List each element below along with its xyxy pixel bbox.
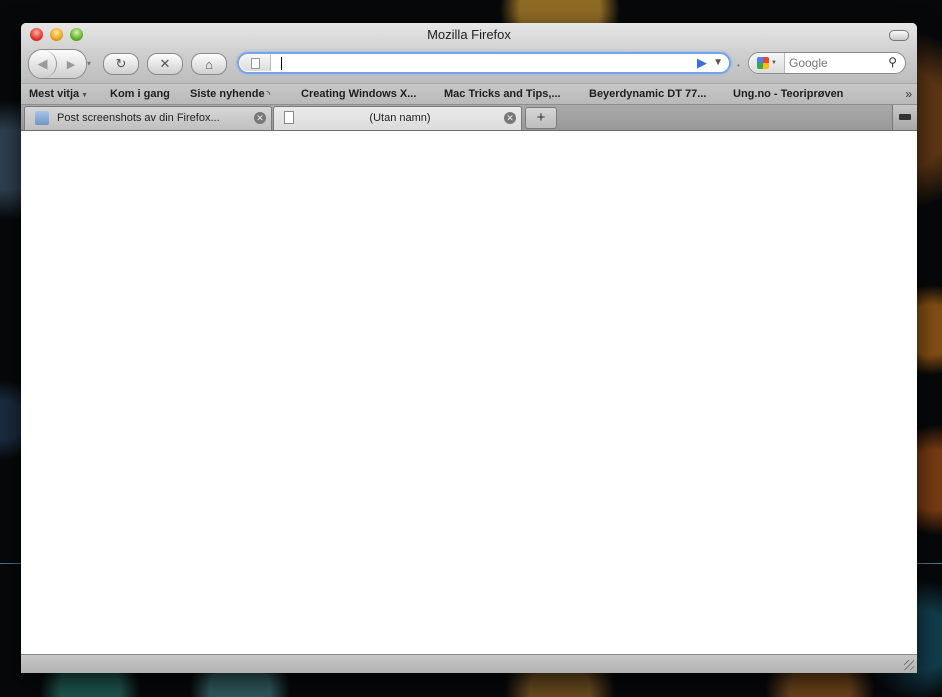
- back-button[interactable]: ◀: [29, 50, 57, 78]
- close-tab-icon[interactable]: ✕: [254, 112, 266, 124]
- tab-strip: Post screenshots av din Firefox... ✕ (Ut…: [21, 105, 917, 131]
- back-arrow-icon: ◀: [37, 56, 48, 71]
- close-tab-icon[interactable]: ✕: [504, 112, 516, 124]
- splitter-handle[interactable]: •: [737, 61, 740, 70]
- toolbar-toggle-button[interactable]: [889, 30, 909, 41]
- rss-icon: ◝: [266, 89, 271, 99]
- chevron-down-icon: ▼: [81, 92, 89, 99]
- url-bar[interactable]: ▶ ▼: [237, 52, 731, 74]
- reload-icon: ↻: [115, 56, 127, 71]
- page-icon: [284, 111, 294, 124]
- search-input[interactable]: [789, 55, 879, 71]
- plus-icon: +: [536, 109, 546, 126]
- tab-untitled[interactable]: (Utan namn) ✕: [273, 106, 522, 130]
- list-all-tabs-button[interactable]: [892, 105, 917, 130]
- bookmarks-toolbar: Mest vitja ▼ Kom i gang Siste nyhende ◝ Cr…: [21, 83, 917, 105]
- bookmark-most-visited[interactable]: Mest vitja ▼: [29, 88, 88, 100]
- new-tab-button[interactable]: +: [525, 107, 557, 129]
- desktop-line: [0, 563, 21, 564]
- reload-button[interactable]: ↻: [103, 53, 139, 75]
- home-button[interactable]: ⌂: [191, 53, 227, 75]
- home-icon: ⌂: [205, 56, 213, 72]
- site-identity-button[interactable]: [240, 55, 271, 71]
- tab-label: (Utan namn): [369, 112, 431, 124]
- bookmark-mac-tricks[interactable]: Mac Tricks and Tips,...: [444, 88, 561, 100]
- search-engine-button[interactable]: ▼: [750, 53, 785, 73]
- tab-post-screenshots[interactable]: Post screenshots av din Firefox... ✕: [24, 106, 272, 130]
- bookmark-creating-windows[interactable]: Creating Windows X...: [301, 88, 416, 100]
- url-dropdown-icon[interactable]: ▼: [713, 57, 723, 68]
- history-dropdown-icon[interactable]: ▾: [87, 59, 91, 68]
- chevron-down-icon: ▼: [771, 60, 777, 66]
- page-icon: [250, 57, 260, 69]
- google-icon: [757, 57, 770, 69]
- forward-button[interactable]: ▶: [59, 50, 83, 78]
- page-content[interactable]: [21, 131, 917, 655]
- window-title: Mozilla Firefox: [427, 27, 511, 42]
- search-icon[interactable]: ⚲: [888, 55, 897, 69]
- tabs-list-icon: [899, 114, 911, 120]
- search-bar[interactable]: ▼ ⚲: [748, 52, 906, 74]
- back-forward-group: ◀ ▶: [28, 49, 87, 79]
- bookmark-latest-headlines[interactable]: Siste nyhende ◝: [190, 88, 270, 100]
- browser-window: Mozilla Firefox ◀ ▶ ▾ ↻ ✕ ⌂ ▶ ▼ • ▼ Goog…: [21, 23, 917, 673]
- window-titlebar: Mozilla Firefox ◀ ▶ ▾ ↻ ✕ ⌂ ▶ ▼ • ▼ Goog…: [21, 23, 917, 83]
- text-caret: [281, 57, 282, 70]
- url-input[interactable]: [277, 55, 677, 71]
- stop-icon: ✕: [159, 56, 171, 71]
- go-arrow-icon[interactable]: ▶: [697, 55, 707, 71]
- desktop-line: [917, 563, 942, 564]
- bookmark-beyerdynamic[interactable]: Beyerdynamic DT 77...: [589, 88, 706, 100]
- status-bar: [21, 654, 917, 673]
- resize-grip-icon[interactable]: [904, 660, 914, 670]
- bookmarks-overflow-icon[interactable]: »: [905, 87, 912, 101]
- tab-label: Post screenshots av din Firefox...: [57, 112, 220, 124]
- stop-button[interactable]: ✕: [147, 53, 183, 75]
- bookmark-ung-no[interactable]: Ung.no - Teoriprøven: [733, 88, 843, 100]
- firefox-icon: [35, 111, 49, 125]
- forward-arrow-icon: ▶: [66, 58, 76, 71]
- bookmark-getting-started[interactable]: Kom i gang: [110, 88, 170, 100]
